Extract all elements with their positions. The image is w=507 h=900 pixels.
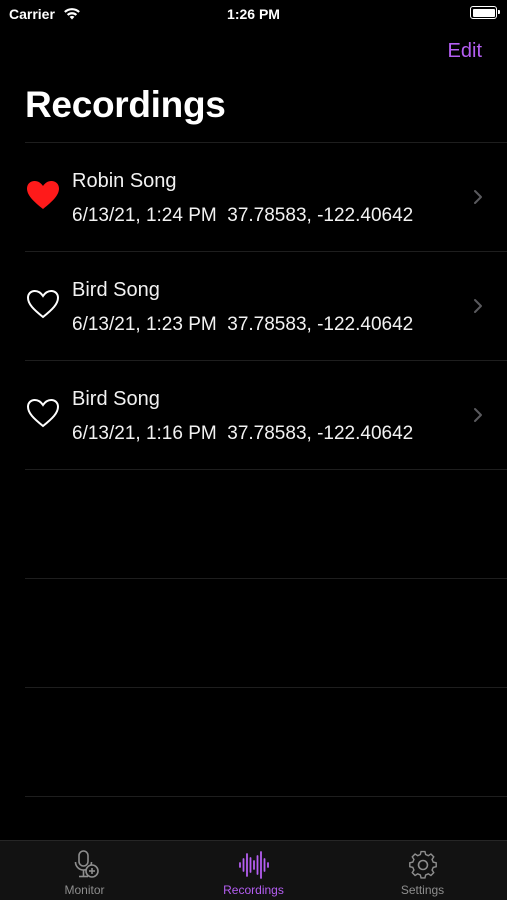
microphone-plus-icon — [74, 850, 99, 878]
recordings-screen: Carrier 1:26 PM Edit Recordings Robin So… — [0, 0, 507, 900]
tab-label: Settings — [400, 883, 445, 897]
recording-title: Robin Song — [72, 170, 177, 192]
list-item[interactable]: Bird Song 6/13/21, 1:23 PM 37.78583, -12… — [0, 252, 507, 360]
recording-title: Bird Song — [72, 388, 160, 410]
favorite-heart-filled-icon[interactable] — [25, 179, 61, 211]
recording-detail: 6/13/21, 1:16 PM 37.78583, -122.40642 — [72, 423, 414, 444]
waveform-icon — [238, 851, 269, 879]
status-time: 1:26 PM — [227, 6, 280, 22]
recordings-list: Robin Song 6/13/21, 1:24 PM 37.78583, -1… — [0, 142, 507, 797]
empty-row — [0, 470, 507, 578]
edit-button[interactable]: Edit — [448, 40, 482, 63]
chevron-right-icon — [474, 190, 482, 204]
tab-settings[interactable]: Settings — [338, 841, 507, 900]
list-item[interactable]: Robin Song 6/13/21, 1:24 PM 37.78583, -1… — [0, 143, 507, 251]
gear-icon — [408, 850, 437, 879]
chevron-right-icon — [474, 408, 482, 422]
battery-icon — [470, 6, 500, 19]
tab-label: Recordings — [223, 883, 284, 897]
recording-title: Bird Song — [72, 279, 160, 301]
tab-bar: Monitor Recordings Settings — [0, 840, 507, 900]
empty-row — [0, 688, 507, 796]
status-bar: Carrier 1:26 PM — [0, 0, 507, 28]
favorite-heart-outline-icon[interactable] — [25, 397, 61, 429]
recording-detail: 6/13/21, 1:24 PM 37.78583, -122.40642 — [72, 205, 414, 226]
page-title: Recordings — [25, 84, 226, 125]
favorite-heart-outline-icon[interactable] — [25, 288, 61, 320]
recording-detail: 6/13/21, 1:23 PM 37.78583, -122.40642 — [72, 314, 414, 335]
list-item[interactable]: Bird Song 6/13/21, 1:16 PM 37.78583, -12… — [0, 361, 507, 469]
separator — [25, 796, 507, 797]
empty-row — [0, 579, 507, 687]
tab-monitor[interactable]: Monitor — [0, 841, 169, 900]
tab-recordings[interactable]: Recordings — [169, 841, 338, 900]
tab-label: Monitor — [64, 883, 105, 897]
chevron-right-icon — [474, 299, 482, 313]
